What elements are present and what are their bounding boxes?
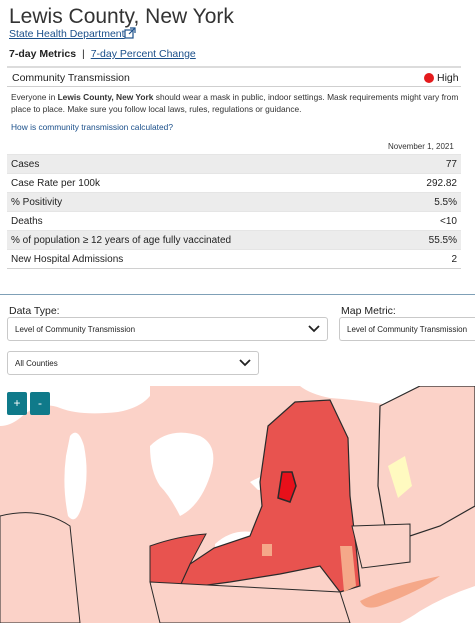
michigan-shape (0, 512, 81, 623)
table-bottom-border (7, 268, 461, 269)
row-value: 77 (445, 159, 457, 170)
data-type-value: Level of Community Transmission (15, 325, 136, 334)
external-link-icon[interactable] (124, 27, 136, 39)
data-type-select[interactable]: Level of Community Transmission (7, 317, 328, 341)
tab-separator: | (82, 48, 85, 60)
table-row: Deaths <10 (7, 211, 461, 230)
zoom-out-button[interactable]: - (30, 392, 50, 415)
row-label: % of population ≥ 12 years of age fully … (11, 235, 232, 246)
counties-value: All Counties (15, 359, 58, 368)
desc-prefix: Everyone in (11, 92, 58, 102)
row-label: Deaths (11, 216, 43, 227)
row-value: 55.5% (428, 235, 457, 246)
zoom-in-button[interactable]: + (7, 392, 27, 415)
chevron-down-icon (308, 325, 320, 333)
transmission-level: High (437, 72, 459, 84)
row-label: Cases (11, 159, 40, 170)
transmission-divider (7, 86, 461, 87)
connecticut-mass-shape (351, 523, 411, 569)
table-row: % of population ≥ 12 years of age fully … (7, 230, 461, 249)
row-label: % Positivity (11, 197, 63, 208)
row-value: <10 (440, 216, 457, 227)
new-england-shape (377, 386, 475, 537)
state-health-department-link[interactable]: State Health Department (9, 28, 125, 40)
row-value: 2 (451, 254, 457, 265)
row-value: 5.5% (434, 197, 457, 208)
desc-county: Lewis County, New York (57, 92, 154, 102)
table-row: % Positivity 5.5% (7, 192, 461, 211)
map-metric-value: Level of Community Transmission (347, 325, 468, 334)
map-metric-select[interactable]: Level of Community Transmission (339, 317, 475, 341)
tab-7-day-metrics[interactable]: 7-day Metrics (9, 48, 76, 60)
row-label: New Hospital Admissions (11, 254, 124, 265)
section-divider (0, 294, 475, 295)
metrics-date: November 1, 2021 (388, 142, 454, 151)
table-row: Case Rate per 100k 292.82 (7, 173, 461, 192)
substantial-county-shape (262, 544, 272, 556)
data-type-label: Data Type: (9, 305, 60, 317)
row-label: Case Rate per 100k (11, 178, 100, 189)
chevron-down-icon (239, 359, 251, 367)
table-row: New Hospital Admissions 2 (7, 249, 461, 268)
tab-7-day-percent-change[interactable]: 7-day Percent Change (91, 48, 196, 60)
transmission-description: Everyone in Lewis County, New York shoul… (11, 91, 461, 115)
high-level-dot-icon (424, 73, 434, 83)
county-title: Lewis County, New York (9, 5, 234, 28)
transmission-map[interactable] (0, 386, 475, 623)
table-row: Cases 77 (7, 154, 461, 173)
tabs-underline (7, 66, 461, 68)
community-transmission-row: Community Transmission High (9, 71, 459, 85)
map-metric-label: Map Metric: (341, 305, 396, 317)
counties-select[interactable]: All Counties (7, 351, 259, 375)
metrics-tabs: 7-day Metrics | 7-day Percent Change (9, 48, 196, 60)
community-transmission-label: Community Transmission (12, 72, 130, 84)
transmission-calculation-link[interactable]: How is community transmission calculated… (11, 122, 173, 132)
metrics-table: Cases 77 Case Rate per 100k 292.82 % Posit… (7, 154, 461, 268)
row-value: 292.82 (426, 178, 457, 189)
